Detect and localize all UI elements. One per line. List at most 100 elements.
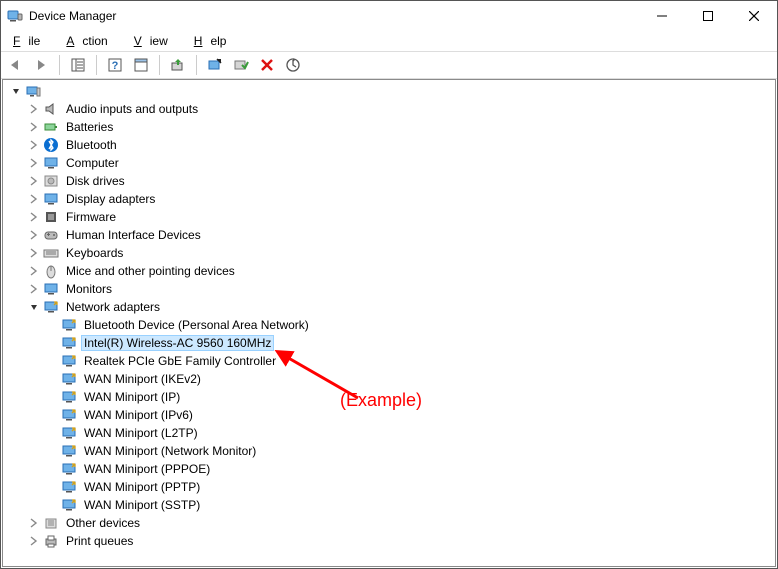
tree-category-batteries[interactable]: Batteries [9, 118, 775, 136]
menubar: File Action View Help [1, 31, 777, 51]
expander-closed-icon[interactable] [27, 264, 41, 278]
tree-category-hid[interactable]: Human Interface Devices [9, 226, 775, 244]
tree-category-printq[interactable]: Print queues [9, 532, 775, 550]
menu-file[interactable]: File [5, 32, 56, 50]
expander-open-icon[interactable] [9, 84, 23, 98]
tree-device-network-9[interactable]: WAN Miniport (PPTP) [9, 478, 775, 496]
expander-none [45, 480, 59, 494]
maximize-button[interactable] [685, 1, 731, 31]
tree-category-monitors[interactable]: Monitors [9, 280, 775, 298]
tree-item-label: Disk drives [63, 173, 128, 189]
expander-closed-icon[interactable] [27, 228, 41, 242]
forward-button[interactable] [29, 53, 53, 77]
expander-none [45, 498, 59, 512]
tree-item-label: Computer [63, 155, 122, 171]
tree-device-network-1[interactable]: Intel(R) Wireless-AC 9560 160MHz [9, 334, 775, 352]
chip-icon [43, 209, 59, 225]
close-button[interactable] [731, 1, 777, 31]
expander-none [45, 444, 59, 458]
expander-none [45, 390, 59, 404]
tree-category-keyboards[interactable]: Keyboards [9, 244, 775, 262]
expander-closed-icon[interactable] [27, 138, 41, 152]
network-adapter-icon [61, 371, 77, 387]
tree-device-network-6[interactable]: WAN Miniport (L2TP) [9, 424, 775, 442]
tree-category-mice[interactable]: Mice and other pointing devices [9, 262, 775, 280]
monitor-icon [43, 281, 59, 297]
help-button[interactable]: ? [103, 53, 127, 77]
device-manager-window: Device Manager File Action View Help [0, 0, 778, 569]
properties-button[interactable] [129, 53, 153, 77]
tree-item-label: Audio inputs and outputs [63, 101, 201, 117]
battery-icon [43, 119, 59, 135]
expander-closed-icon[interactable] [27, 120, 41, 134]
uninstall-device-button[interactable] [255, 53, 279, 77]
tree-device-network-8[interactable]: WAN Miniport (PPPOE) [9, 460, 775, 478]
tree-category-bluetooth[interactable]: Bluetooth [9, 136, 775, 154]
tree-device-network-4[interactable]: WAN Miniport (IP) [9, 388, 775, 406]
expander-closed-icon[interactable] [27, 516, 41, 530]
window-title: Device Manager [29, 9, 116, 23]
tree-device-network-10[interactable]: WAN Miniport (SSTP) [9, 496, 775, 514]
monitor-icon [43, 191, 59, 207]
expander-closed-icon[interactable] [27, 210, 41, 224]
tree-category-diskdrives[interactable]: Disk drives [9, 172, 775, 190]
enable-device-button[interactable] [229, 53, 253, 77]
expander-closed-icon[interactable] [27, 192, 41, 206]
tree-category-computer[interactable]: Computer [9, 154, 775, 172]
tree-item-label: WAN Miniport (IPv6) [81, 407, 196, 423]
device-tree[interactable]: Audio inputs and outputsBatteriesBluetoo… [3, 80, 775, 566]
mouse-icon [43, 263, 59, 279]
tree-device-network-5[interactable]: WAN Miniport (IPv6) [9, 406, 775, 424]
disk-icon [43, 173, 59, 189]
tree-category-network[interactable]: Network adapters [9, 298, 775, 316]
expander-closed-icon[interactable] [27, 174, 41, 188]
tree-device-network-7[interactable]: WAN Miniport (Network Monitor) [9, 442, 775, 460]
update-driver-button[interactable] [166, 53, 190, 77]
tree-item-label: Bluetooth [63, 137, 120, 153]
tree-item-label: Monitors [63, 281, 115, 297]
tree-item-label: WAN Miniport (IP) [81, 389, 183, 405]
expander-closed-icon[interactable] [27, 102, 41, 116]
expander-closed-icon[interactable] [27, 246, 41, 260]
tree-category-audio[interactable]: Audio inputs and outputs [9, 100, 775, 118]
scan-hardware-button[interactable] [281, 53, 305, 77]
menu-help[interactable]: Help [186, 32, 243, 50]
device-tree-pane: Audio inputs and outputsBatteriesBluetoo… [2, 79, 776, 567]
disable-device-button[interactable] [203, 53, 227, 77]
expander-closed-icon[interactable] [27, 534, 41, 548]
tree-item-label: Network adapters [63, 299, 163, 315]
expander-open-icon[interactable] [27, 300, 41, 314]
app-icon [7, 8, 23, 24]
expander-none [45, 426, 59, 440]
expander-closed-icon[interactable] [27, 156, 41, 170]
tree-item-label: Display adapters [63, 191, 158, 207]
tree-item-label: Bluetooth Device (Personal Area Network) [81, 317, 312, 333]
tree-item-label: WAN Miniport (IKEv2) [81, 371, 204, 387]
tree-category-display[interactable]: Display adapters [9, 190, 775, 208]
minimize-button[interactable] [639, 1, 685, 31]
tree-device-network-3[interactable]: WAN Miniport (IKEv2) [9, 370, 775, 388]
network-adapter-icon [61, 479, 77, 495]
tree-root[interactable] [9, 82, 775, 100]
expander-none [45, 372, 59, 386]
show-hide-console-button[interactable] [66, 53, 90, 77]
tree-item-label: Firmware [63, 209, 119, 225]
expander-none [45, 408, 59, 422]
network-adapter-icon [61, 335, 77, 351]
tree-category-other[interactable]: Other devices [9, 514, 775, 532]
back-button[interactable] [3, 53, 27, 77]
expander-none [45, 354, 59, 368]
tree-item-label: Print queues [63, 533, 136, 549]
tree-device-network-0[interactable]: Bluetooth Device (Personal Area Network) [9, 316, 775, 334]
expander-none [45, 318, 59, 332]
expander-closed-icon[interactable] [27, 282, 41, 296]
network-adapter-icon [61, 353, 77, 369]
tree-item-label: WAN Miniport (PPTP) [81, 479, 203, 495]
tree-item-label: Other devices [63, 515, 143, 531]
menu-view[interactable]: View [126, 32, 184, 50]
menu-action[interactable]: Action [58, 32, 123, 50]
toolbar: ? [1, 51, 777, 79]
tree-device-network-2[interactable]: Realtek PCIe GbE Family Controller [9, 352, 775, 370]
network-icon [43, 299, 59, 315]
tree-category-firmware[interactable]: Firmware [9, 208, 775, 226]
